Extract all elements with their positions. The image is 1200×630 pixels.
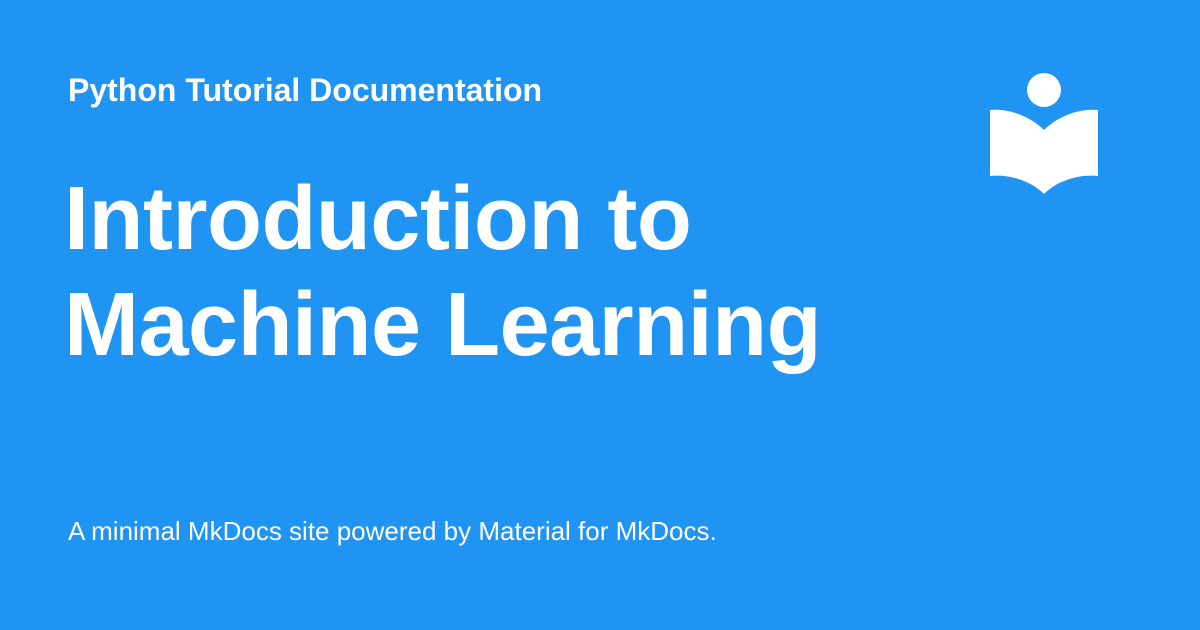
- site-description: A minimal MkDocs site powered by Materia…: [68, 516, 717, 546]
- site-name: Python Tutorial Documentation: [68, 72, 543, 108]
- page-title-line-1: Introduction to: [64, 169, 692, 269]
- social-card: Python Tutorial Documentation Introducti…: [0, 0, 1200, 630]
- page-title-line-2: Machine Learning: [64, 275, 822, 375]
- book-reader-icon: [990, 72, 1098, 196]
- page-title: Introduction to Machine Learning: [64, 166, 924, 378]
